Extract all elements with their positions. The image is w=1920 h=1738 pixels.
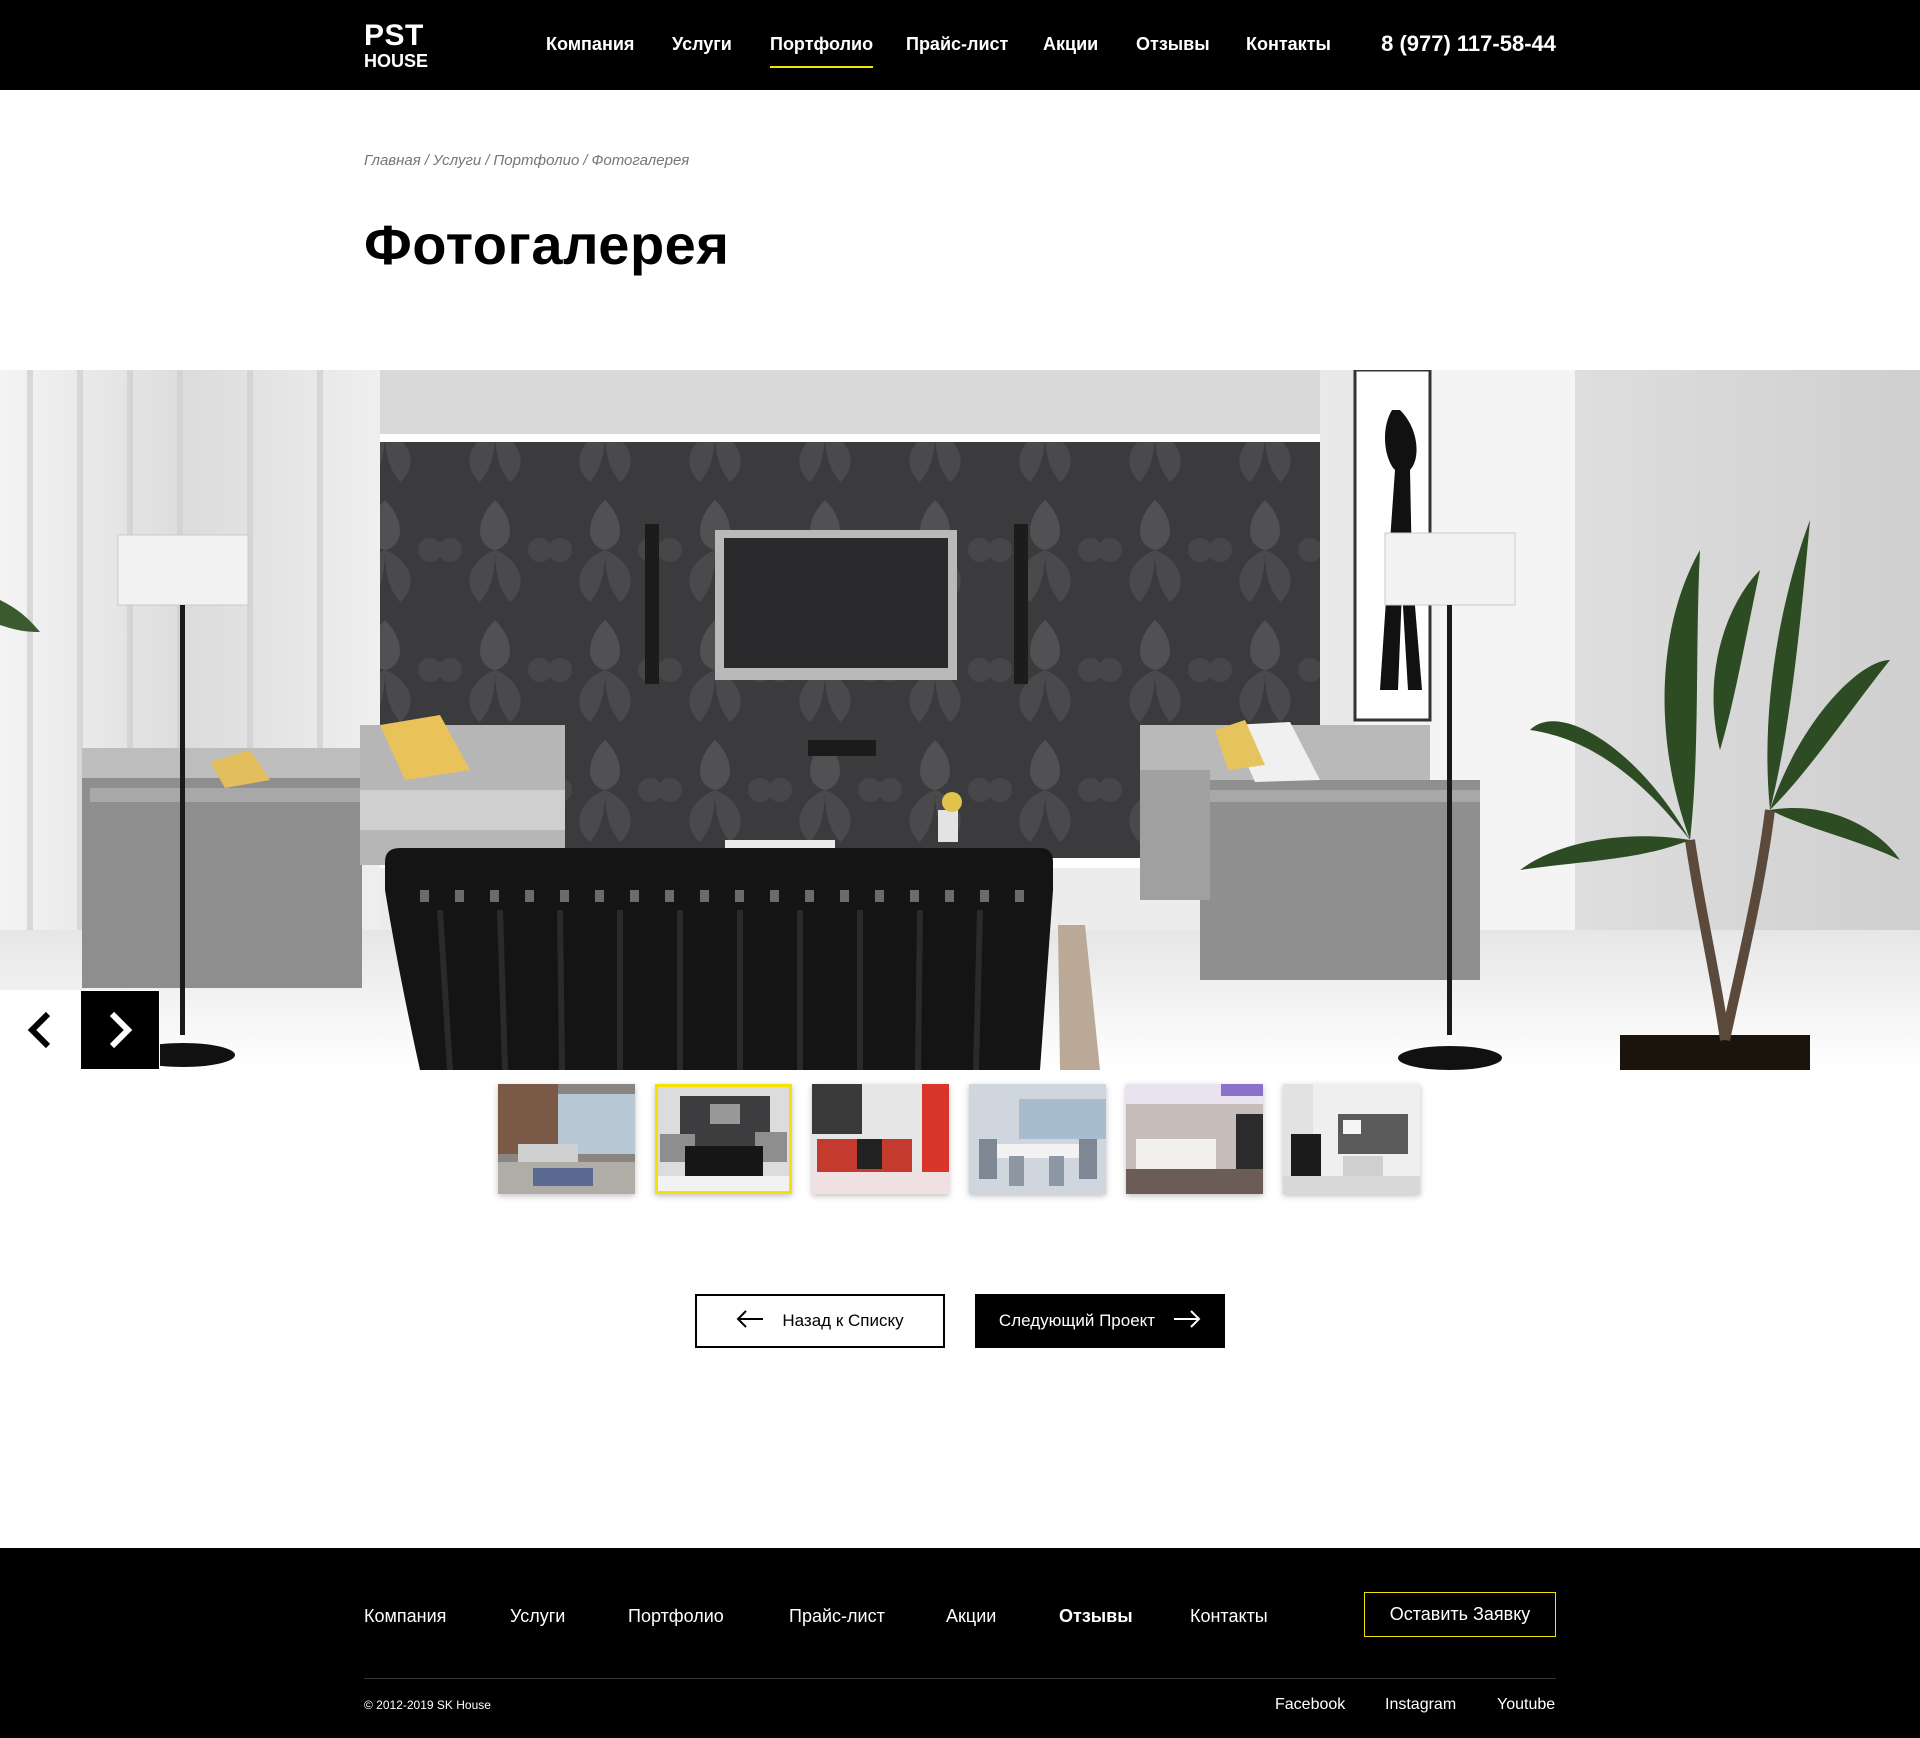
- next-project-label: Следующий Проект: [998, 1311, 1156, 1330]
- social-link-youtube[interactable]: Youtube: [1497, 1696, 1555, 1714]
- breadcrumb-separator: /: [424, 152, 429, 169]
- gallery-thumbnail[interactable]: [498, 1084, 635, 1194]
- breadcrumb: Главная / Услуги / Портфолио / Фотогалерея: [364, 152, 689, 169]
- breadcrumb-separator: /: [485, 152, 490, 169]
- breadcrumb-current: Фотогалерея: [591, 152, 690, 169]
- footer-nav-reviews[interactable]: Отзывы: [1059, 1606, 1133, 1627]
- footer-nav-portfolio[interactable]: Портфолио: [628, 1606, 724, 1627]
- gallery-prev-button[interactable]: [0, 990, 80, 1070]
- gallery-thumbnail-active[interactable]: [655, 1084, 792, 1194]
- main-nav: Компания Услуги Портфолио Прайс-лист Акц…: [0, 0, 1920, 90]
- nav-item-services[interactable]: Услуги: [672, 34, 732, 55]
- breadcrumb-services[interactable]: Услуги: [433, 152, 481, 169]
- nav-item-contacts[interactable]: Контакты: [1246, 34, 1331, 55]
- gallery-thumbnail[interactable]: [969, 1084, 1106, 1194]
- page-title: Фотогалерея: [364, 213, 730, 276]
- footer-nav-contacts[interactable]: Контакты: [1190, 1606, 1268, 1627]
- chevron-right-icon: [109, 1011, 133, 1049]
- site-header: PST HOUSE Компания Услуги Портфолио Прай…: [0, 0, 1920, 90]
- gallery-thumbnails: [498, 1084, 1422, 1196]
- social-link-facebook[interactable]: Facebook: [1275, 1696, 1345, 1714]
- gallery-thumbnail[interactable]: [812, 1084, 949, 1194]
- footer-nav-company[interactable]: Компания: [364, 1606, 446, 1627]
- chevron-left-icon: [27, 1011, 51, 1049]
- breadcrumb-portfolio[interactable]: Портфолио: [493, 152, 579, 169]
- nav-item-company[interactable]: Компания: [546, 34, 634, 55]
- breadcrumb-separator: /: [583, 152, 588, 169]
- arrow-left-icon: [736, 1309, 764, 1333]
- gallery-main-image: [0, 370, 1920, 1070]
- footer-nav-pricelist[interactable]: Прайс-лист: [789, 1606, 885, 1627]
- footer-nav-promotions[interactable]: Акции: [946, 1606, 996, 1627]
- next-project-button[interactable]: Следующий Проект: [975, 1294, 1225, 1348]
- social-link-instagram[interactable]: Instagram: [1385, 1696, 1456, 1714]
- gallery-thumbnail[interactable]: [1283, 1084, 1420, 1194]
- site-footer: Компания Услуги Портфолио Прайс-лист Акц…: [0, 1548, 1920, 1738]
- copyright: © 2012-2019 SK House: [364, 1698, 491, 1712]
- nav-item-promotions[interactable]: Акции: [1043, 34, 1098, 55]
- gallery-next-button[interactable]: [80, 990, 160, 1070]
- leave-request-button[interactable]: Оставить Заявку: [1364, 1592, 1556, 1637]
- footer-nav-services[interactable]: Услуги: [510, 1606, 565, 1627]
- gallery-thumbnail[interactable]: [1126, 1084, 1263, 1194]
- back-to-list-label: Назад к Списку: [782, 1311, 904, 1330]
- nav-item-pricelist[interactable]: Прайс-лист: [906, 34, 1008, 55]
- nav-item-portfolio[interactable]: Портфолио: [770, 34, 874, 68]
- nav-item-reviews[interactable]: Отзывы: [1136, 34, 1210, 55]
- header-phone[interactable]: 8 (977) 117-58-44: [1381, 31, 1556, 57]
- arrow-right-icon: [1173, 1309, 1201, 1333]
- back-to-list-button[interactable]: Назад к Списку: [695, 1294, 945, 1348]
- breadcrumb-home[interactable]: Главная: [364, 152, 421, 169]
- footer-divider: [364, 1678, 1556, 1679]
